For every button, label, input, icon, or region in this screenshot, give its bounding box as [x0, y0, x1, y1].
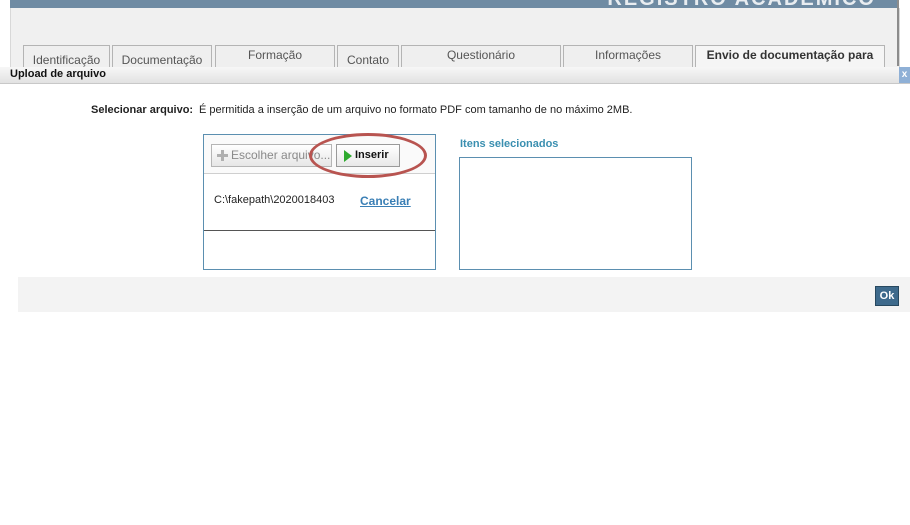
close-icon[interactable]: x	[899, 67, 910, 83]
tab-envio-documentacao[interactable]: Envio de documentação para	[695, 45, 885, 67]
window-edge	[897, 0, 899, 66]
upload-toolbar: Escolher arquivo... Inserir	[204, 135, 435, 174]
select-file-info: É permitida a inserção de um arquivo no …	[199, 104, 633, 116]
upload-panel: Escolher arquivo... Inserir C:\fakepath\…	[203, 134, 436, 270]
tab-informacoes[interactable]: Informações	[563, 45, 693, 67]
selected-items-list[interactable]	[459, 157, 692, 270]
dialog-title: Upload de arquivo	[10, 68, 106, 80]
choose-file-button[interactable]: Escolher arquivo...	[211, 144, 332, 167]
play-icon	[344, 150, 352, 162]
ok-button[interactable]: Ok	[875, 286, 899, 306]
choose-file-label: Escolher arquivo...	[231, 148, 331, 162]
tab-contato[interactable]: Contato	[337, 45, 399, 67]
file-row: C:\fakepath\2020018403 Cancelar	[204, 173, 435, 231]
header-bar: REGISTRO ACADÊMICO	[10, 0, 898, 10]
tab-documentacao[interactable]: Documentação	[112, 45, 212, 67]
tab-questionario[interactable]: Questionário	[401, 45, 561, 67]
insert-button[interactable]: Inserir	[336, 144, 400, 167]
insert-label: Inserir	[355, 149, 389, 161]
tab-identificacao[interactable]: Identificação	[23, 45, 110, 67]
dialog-footer	[18, 277, 910, 312]
plus-icon	[217, 150, 228, 161]
tab-strip: Identificação Documentação Formação Cont…	[10, 8, 900, 67]
tab-formacao[interactable]: Formação	[215, 45, 335, 67]
dialog-titlebar: Upload de arquivo x	[0, 67, 910, 84]
file-path: C:\fakepath\2020018403	[214, 194, 334, 206]
select-file-label: Selecionar arquivo:	[91, 104, 194, 116]
selected-items-label: Itens selecionados	[460, 138, 559, 150]
cancel-link[interactable]: Cancelar	[360, 194, 411, 208]
